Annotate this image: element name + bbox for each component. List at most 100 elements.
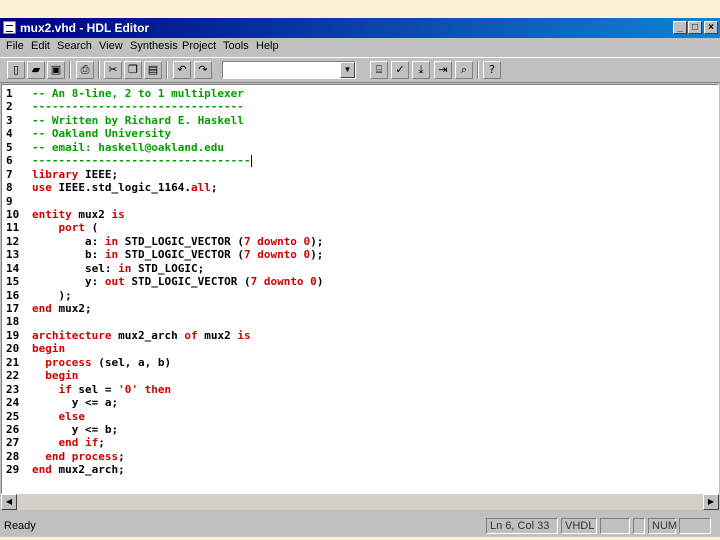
code-line[interactable]: 5 -- email: haskell@oakland.edu <box>2 141 718 154</box>
code-line[interactable]: 16 ); <box>2 289 718 302</box>
app-icon[interactable] <box>3 21 16 34</box>
cut-icon[interactable]: ✂ <box>104 61 122 79</box>
undo-icon[interactable]: ↶ <box>173 61 191 79</box>
code-text: if sel = '0' then <box>32 382 172 396</box>
line-number: 8 <box>6 181 13 195</box>
code-text: -------------------------------- <box>32 100 244 113</box>
code-text: ); <box>32 289 71 302</box>
code-line[interactable]: 19 architecture mux2_arch of mux2 is <box>2 329 718 342</box>
keyword-token: then <box>144 382 172 396</box>
toolbar-separator <box>69 61 71 79</box>
identifier-token: mux2 <box>197 328 238 342</box>
help-icon[interactable]: ? <box>483 61 501 79</box>
menu-edit[interactable]: Edit <box>31 40 50 52</box>
menu-search[interactable]: Search <box>57 40 92 52</box>
new-file-icon[interactable]: ▯ <box>7 61 25 79</box>
keyword-token: begin <box>32 342 66 356</box>
redo-icon[interactable]: ↷ <box>194 61 212 79</box>
code-line[interactable]: 2 -------------------------------- <box>2 100 718 113</box>
line-number: 6 <box>6 154 13 168</box>
print-icon[interactable]: ⎙ <box>76 61 94 79</box>
code-line[interactable]: 9 <box>2 195 718 208</box>
code-line[interactable]: 28 end process; <box>2 450 718 463</box>
language-assistant-icon[interactable]: ⌸ <box>370 61 388 79</box>
identifier-token: STD_LOGIC_VECTOR ( <box>118 248 244 262</box>
identifier-token: a: <box>32 234 105 248</box>
menu-help[interactable]: Help <box>256 40 279 52</box>
comment-token: -------------------------------- <box>32 100 244 114</box>
code-line[interactable]: 24 y <= a; <box>2 396 718 409</box>
code-line[interactable]: 25 else <box>2 410 718 423</box>
identifier-token <box>32 450 45 463</box>
comment-token: -- Written by Richard E. Haskell <box>32 113 244 127</box>
code-line[interactable]: 4 -- Oakland University <box>2 127 718 140</box>
code-line[interactable]: 29 end mux2_arch; <box>2 463 718 476</box>
copy-icon[interactable]: ❐ <box>124 61 142 79</box>
code-line[interactable]: 22 begin <box>2 369 718 382</box>
identifier-token <box>32 383 59 396</box>
code-text: begin <box>32 369 78 382</box>
line-number: 20 <box>6 342 20 356</box>
minimize-button[interactable]: _ <box>673 21 687 34</box>
menu-file[interactable]: File <box>6 40 24 52</box>
menu-view[interactable]: View <box>99 40 123 52</box>
code-line[interactable]: 12 a: in STD_LOGIC_VECTOR (7 downto 0); <box>2 235 718 248</box>
code-editor[interactable]: 1 -- An 8-line, 2 to 1 multiplexer 2 ------… <box>1 84 719 494</box>
chevron-down-icon[interactable]: ▼ <box>340 62 355 78</box>
keyword-token: end <box>32 463 52 477</box>
menu-synthesis[interactable]: Synthesis <box>130 40 178 52</box>
toolbar-separator <box>98 61 100 79</box>
comment-token: -- email: haskell@oakland.edu <box>32 140 225 154</box>
status-message: Ready <box>4 520 36 532</box>
identifier-token: STD_LOGIC; <box>131 261 205 275</box>
code-text: process (sel, a, b) <box>32 356 171 369</box>
keyword-token: entity <box>32 207 72 221</box>
code-line[interactable]: 17 end mux2; <box>2 302 718 315</box>
toolbar-combo[interactable]: ▼ <box>222 61 356 79</box>
title-bar[interactable]: mux2.vhd - HDL Editor _ □ × <box>0 18 720 38</box>
code-line[interactable]: 11 port ( <box>2 221 718 234</box>
menu-tools[interactable]: Tools <box>223 40 249 52</box>
code-line[interactable]: 18 <box>2 315 718 328</box>
scroll-left-icon[interactable]: ◀ <box>1 494 17 510</box>
identifier-token: mux2; <box>51 302 92 315</box>
code-line[interactable]: 13 b: in STD_LOGIC_VECTOR (7 downto 0); <box>2 248 718 261</box>
keyword-token: 7 downto 0 <box>243 234 311 248</box>
code-line[interactable]: 23 if sel = '0' then <box>2 383 718 396</box>
code-line[interactable]: 6 --------------------------------- <box>2 154 718 168</box>
keyword-token: 7 downto 0 <box>243 248 311 262</box>
identifier-token <box>32 436 59 449</box>
check-syntax-icon[interactable]: ✓ <box>391 61 409 79</box>
code-line[interactable]: 8 use IEEE.std_logic_1164.all; <box>2 181 718 194</box>
save-disk-icon[interactable]: ▣ <box>47 61 65 79</box>
code-text: y <= a; <box>32 396 118 409</box>
maximize-button[interactable]: □ <box>688 21 702 34</box>
code-line[interactable]: 20 begin <box>2 342 718 355</box>
scroll-right-icon[interactable]: ▶ <box>703 494 719 510</box>
code-text: end process; <box>32 450 124 463</box>
code-line[interactable]: 21 process (sel, a, b) <box>2 356 718 369</box>
code-line[interactable]: 7 library IEEE; <box>2 168 718 181</box>
close-button[interactable]: × <box>704 21 718 34</box>
identifier-token: y: <box>32 275 105 289</box>
horizontal-scrollbar[interactable]: ◀ ▶ <box>1 494 719 510</box>
code-line[interactable]: 15 y: out STD_LOGIC_VECTOR (7 downto 0) <box>2 275 718 288</box>
code-line[interactable]: 27 end if; <box>2 436 718 449</box>
menu-project[interactable]: Project <box>182 40 216 52</box>
code-text: -- Oakland University <box>32 127 171 140</box>
find-icon[interactable]: ⌕ <box>455 61 473 79</box>
download-icon[interactable]: ⤓ <box>412 61 430 79</box>
code-line[interactable]: 14 sel: in STD_LOGIC; <box>2 262 718 275</box>
identifier-token: (sel, a, b) <box>91 355 172 369</box>
code-line[interactable]: 10 entity mux2 is <box>2 208 718 221</box>
code-line[interactable]: 3 -- Written by Richard E. Haskell <box>2 114 718 127</box>
identifier-token: IEEE; <box>78 167 119 181</box>
export-icon[interactable]: ⇥ <box>434 61 452 79</box>
identifier-token <box>32 369 45 382</box>
code-line[interactable]: 1 -- An 8-line, 2 to 1 multiplexer <box>2 87 718 100</box>
code-line[interactable]: 26 y <= b; <box>2 423 718 436</box>
open-folder-icon[interactable]: ▰ <box>27 61 45 79</box>
paste-icon[interactable]: ▤ <box>144 61 162 79</box>
identifier-token: sel = <box>71 382 119 396</box>
code-text: entity mux2 is <box>32 208 125 221</box>
